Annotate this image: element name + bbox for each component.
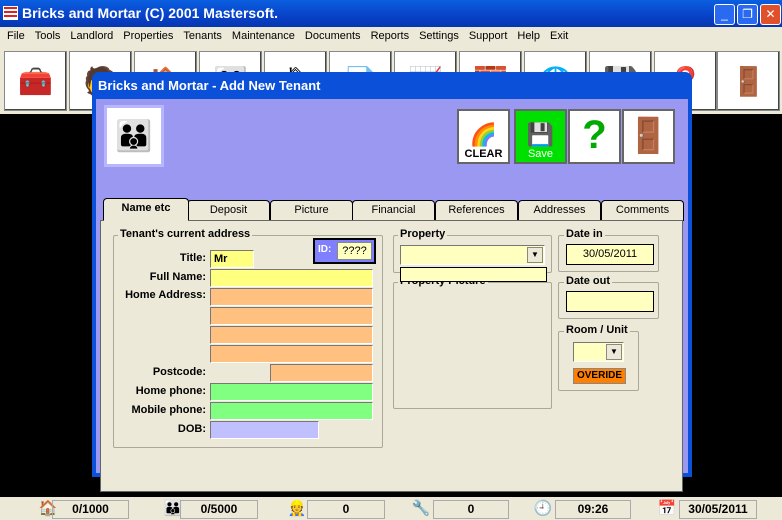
postcode-label: Postcode: bbox=[152, 366, 206, 378]
clear-button[interactable]: 🌈 CLEAR bbox=[457, 109, 510, 164]
postcode-field[interactable] bbox=[270, 364, 373, 382]
minimize-button[interactable]: _ bbox=[714, 4, 735, 25]
app-title: Bricks and Mortar (C) 2001 Mastersoft. bbox=[22, 5, 278, 21]
date-out-field[interactable] bbox=[566, 291, 654, 312]
dob-label: DOB: bbox=[177, 423, 206, 435]
date-display: 30/05/2011 bbox=[679, 500, 757, 519]
tab-comments[interactable]: Comments bbox=[601, 200, 684, 221]
add-tenant-dialog: Bricks and Mortar - Add New Tenant 👪 🌈 CL… bbox=[92, 72, 692, 492]
room-unit-label: Room / Unit bbox=[564, 324, 630, 336]
date-out-label: Date out bbox=[564, 275, 612, 287]
calendar-icon: 📅 bbox=[657, 500, 677, 517]
menu-support[interactable]: Support bbox=[464, 27, 513, 46]
clock-icon: 🕘 bbox=[533, 500, 553, 517]
mobile-phone-label: Mobile phone: bbox=[131, 404, 206, 416]
save-button[interactable]: 💾 Save bbox=[514, 109, 567, 164]
id-label: ID: bbox=[318, 244, 332, 255]
status-bar: 🏠 0/1000 👪 0/5000 👷 0 🔧 0 🕘 09:26 📅 30/0… bbox=[0, 497, 782, 520]
close-button[interactable]: ✕ bbox=[760, 4, 781, 25]
address-line-2[interactable] bbox=[210, 307, 373, 325]
menu-file[interactable]: File bbox=[2, 27, 30, 46]
address-line-1[interactable] bbox=[210, 288, 373, 306]
menu-tenants[interactable]: Tenants bbox=[178, 27, 227, 46]
property-picture-group bbox=[393, 282, 552, 409]
menu-bar: File Tools Landlord Properties Tenants M… bbox=[0, 27, 782, 46]
address-line-3[interactable] bbox=[210, 326, 373, 344]
property-group-label: Property bbox=[398, 228, 448, 240]
menu-reports[interactable]: Reports bbox=[366, 27, 415, 46]
menu-settings[interactable]: Settings bbox=[414, 27, 464, 46]
id-value: ???? bbox=[337, 242, 372, 260]
restore-button[interactable]: ❐ bbox=[737, 4, 758, 25]
jobs-count: 0 bbox=[433, 500, 509, 519]
disk-icon: 💾 bbox=[526, 122, 555, 147]
chevron-down-icon[interactable]: ▼ bbox=[606, 344, 622, 360]
app-title-bar: Bricks and Mortar (C) 2001 Mastersoft. bbox=[0, 0, 782, 27]
toolbox-icon[interactable]: 🧰 bbox=[4, 51, 67, 111]
address-group-label: Tenant's current address bbox=[118, 228, 253, 240]
home-phone-label: Home phone: bbox=[135, 385, 206, 397]
room-unit-combo[interactable]: ▼ bbox=[573, 342, 624, 362]
maintenance-count: 0 bbox=[307, 500, 385, 519]
property-combo[interactable]: ▼ bbox=[400, 245, 545, 265]
exit-door-icon[interactable]: 🚪 bbox=[717, 51, 780, 111]
chevron-down-icon[interactable]: ▼ bbox=[527, 247, 543, 263]
tenants-count: 0/5000 bbox=[180, 500, 258, 519]
exit-button[interactable]: 🚪 bbox=[622, 109, 675, 164]
menu-maintenance[interactable]: Maintenance bbox=[227, 27, 300, 46]
dob-field[interactable] bbox=[210, 421, 319, 439]
date-in-label: Date in bbox=[564, 228, 605, 240]
title-label: Title: bbox=[179, 252, 206, 264]
exit-door-icon: 🚪 bbox=[627, 116, 670, 155]
menu-tools[interactable]: Tools bbox=[30, 27, 66, 46]
tab-financial[interactable]: Financial bbox=[352, 200, 435, 221]
time-display: 09:26 bbox=[555, 500, 631, 519]
tab-panel: Tenant's current address ID: ???? Title:… bbox=[100, 220, 683, 492]
override-button[interactable]: OVERIDE bbox=[573, 368, 626, 384]
menu-exit[interactable]: Exit bbox=[545, 27, 573, 46]
home-address-label: Home Address: bbox=[125, 289, 206, 301]
home-phone-field[interactable] bbox=[210, 383, 373, 401]
tab-picture[interactable]: Picture bbox=[270, 200, 353, 221]
question-icon: ? bbox=[582, 113, 607, 157]
app-logo-icon bbox=[3, 6, 18, 20]
title-field[interactable]: Mr bbox=[210, 250, 254, 268]
id-box: ID: ???? bbox=[313, 238, 376, 264]
full-name-field[interactable] bbox=[210, 269, 373, 287]
property-dropdown-list[interactable] bbox=[400, 267, 547, 282]
tab-addresses[interactable]: Addresses bbox=[518, 200, 601, 221]
dialog-title: Bricks and Mortar - Add New Tenant bbox=[98, 78, 321, 93]
tab-references[interactable]: References bbox=[435, 200, 518, 221]
full-name-label: Full Name: bbox=[149, 271, 206, 283]
menu-properties[interactable]: Properties bbox=[118, 27, 178, 46]
menu-documents[interactable]: Documents bbox=[300, 27, 366, 46]
mobile-phone-field[interactable] bbox=[210, 402, 373, 420]
drill-icon: 🔧 bbox=[411, 500, 431, 517]
help-button[interactable]: ? bbox=[568, 109, 621, 164]
menu-landlord[interactable]: Landlord bbox=[65, 27, 118, 46]
menu-help[interactable]: Help bbox=[512, 27, 545, 46]
family-icon: 👪 bbox=[104, 105, 164, 167]
dialog-body: 👪 🌈 CLEAR 💾 Save ? 🚪 Name etc Deposit Pict… bbox=[96, 99, 688, 492]
tab-name-etc[interactable]: Name etc bbox=[103, 198, 189, 221]
tab-deposit[interactable]: Deposit bbox=[187, 200, 270, 221]
date-in-field[interactable]: 30/05/2011 bbox=[566, 244, 654, 265]
worker-icon: 👷 bbox=[287, 500, 307, 517]
properties-count: 0/1000 bbox=[52, 500, 129, 519]
rainbow-icon: 🌈 bbox=[469, 122, 498, 147]
address-line-4[interactable] bbox=[210, 345, 373, 363]
